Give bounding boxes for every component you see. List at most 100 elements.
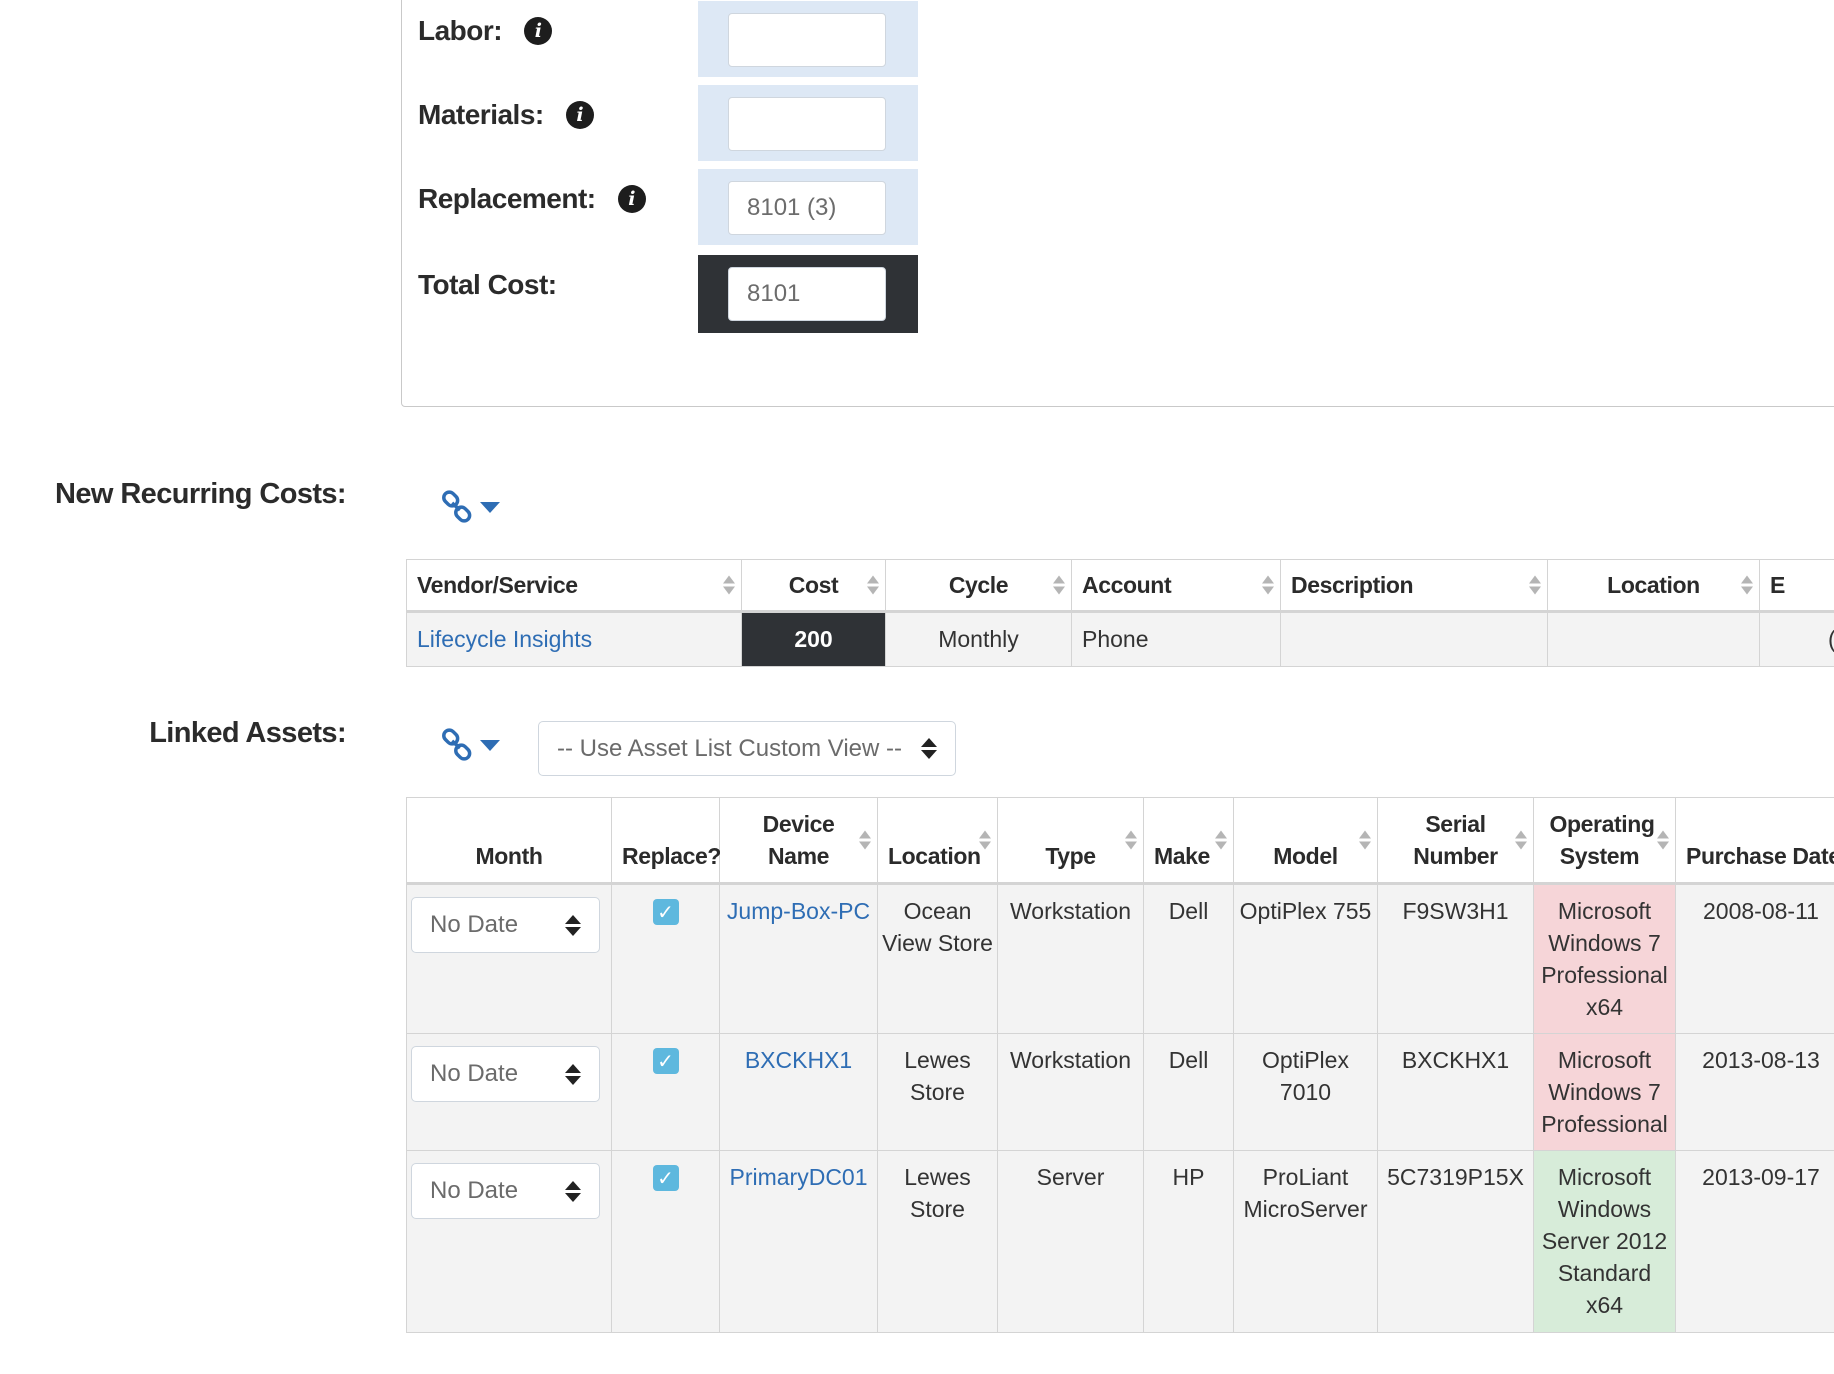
sort-icon (859, 830, 871, 850)
replace-cell: ✓ (611, 1033, 720, 1151)
model-cell: OptiPlex 7010 (1233, 1033, 1378, 1151)
column-header-account[interactable]: Account (1071, 559, 1281, 613)
os-cell: Microsoft Windows Server 2012 Standard x… (1533, 1150, 1676, 1333)
column-header-truncated[interactable]: E (1759, 559, 1834, 613)
replace-checkbox[interactable]: ✓ (652, 899, 679, 925)
month-select[interactable]: No Date (411, 1046, 600, 1102)
total-cost-value: 8101 (728, 267, 886, 321)
make-cell: Dell (1143, 1033, 1234, 1151)
column-header-purchase-date[interactable]: Purchase Date (1675, 797, 1834, 885)
labor-row: Labor: i (402, 1, 942, 79)
month-select-value: No Date (430, 911, 519, 938)
month-select-value: No Date (430, 1177, 519, 1204)
sort-icon (979, 830, 991, 850)
column-header-make[interactable]: Make (1143, 797, 1234, 885)
table-row: Lifecycle Insights 200 Monthly Phone ( (406, 611, 1834, 667)
select-arrows-icon (565, 1180, 581, 1202)
month-cell: No Date (406, 1150, 612, 1333)
cost-cell: 200 (741, 611, 886, 667)
materials-input[interactable] (728, 97, 886, 151)
link-icon (442, 490, 472, 523)
labor-cell (698, 1, 918, 77)
info-icon[interactable]: i (565, 101, 594, 129)
chevron-down-icon (480, 501, 500, 513)
description-cell (1280, 611, 1548, 667)
materials-row: Materials: i (402, 85, 942, 163)
location-cell: Ocean View Store (877, 883, 998, 1034)
device-cell: Jump-Box-PC (719, 883, 878, 1034)
select-arrows-icon (565, 914, 581, 936)
table-row: No Date ✓ BXCKHX1 Lewes Store Workstatio… (406, 1033, 1834, 1151)
replace-cell: ✓ (611, 1150, 720, 1333)
select-arrows-icon (565, 1063, 581, 1085)
column-header-description[interactable]: Description (1280, 559, 1548, 613)
column-header-type[interactable]: Type (997, 797, 1144, 885)
month-select[interactable]: No Date (411, 897, 600, 953)
labor-input[interactable] (728, 13, 886, 67)
linked-assets-link-dropdown[interactable] (440, 728, 500, 762)
linked-assets-table: Month Replace? Device Name Location Type… (406, 797, 1834, 1333)
device-link[interactable]: BXCKHX1 (745, 1047, 852, 1073)
info-icon[interactable]: i (617, 185, 646, 213)
cycle-cell: Monthly (885, 611, 1072, 667)
recurring-costs-label: New Recurring Costs: (55, 478, 347, 510)
column-header-location[interactable]: Location (1547, 559, 1760, 613)
type-cell: Workstation (997, 1033, 1144, 1151)
replace-cell: ✓ (611, 883, 720, 1034)
cost-panel: Labor: i Materials: i Replacement: i 810… (401, 0, 1834, 407)
device-link[interactable]: Jump-Box-PC (727, 898, 870, 924)
purchase-date-cell: 2013-09-17 (1675, 1150, 1834, 1333)
materials-cell (698, 85, 918, 161)
select-arrows-icon (921, 738, 937, 759)
column-header-replace[interactable]: Replace? (611, 797, 721, 885)
purchase-date-cell: 2013-08-13 (1675, 1033, 1834, 1151)
column-header-operating-system[interactable]: Operating System (1533, 797, 1676, 885)
device-cell: BXCKHX1 (719, 1033, 878, 1151)
total-cost-cell: 8101 (698, 255, 918, 333)
replace-checkbox[interactable]: ✓ (652, 1048, 679, 1074)
sort-icon (1125, 830, 1137, 850)
vendor-link[interactable]: Lifecycle Insights (417, 626, 592, 652)
column-header-model[interactable]: Model (1233, 797, 1378, 885)
column-header-cost[interactable]: Cost (741, 559, 886, 613)
sort-icon (1657, 830, 1669, 850)
vendor-cell: Lifecycle Insights (406, 611, 742, 667)
chevron-down-icon (480, 739, 500, 751)
replacement-row: Replacement: i 8101 (3) (402, 169, 942, 247)
info-icon[interactable]: i (524, 17, 553, 45)
device-link[interactable]: PrimaryDC01 (729, 1164, 867, 1190)
column-header-month[interactable]: Month (406, 797, 612, 885)
labor-label: Labor: (418, 15, 503, 46)
serial-cell: 5C7319P15X (1377, 1150, 1534, 1333)
type-cell: Workstation (997, 883, 1144, 1034)
replacement-cell: 8101 (3) (698, 169, 918, 245)
column-header-location[interactable]: Location (877, 797, 998, 885)
sort-icon (867, 575, 879, 595)
table-row: No Date ✓ PrimaryDC01 Lewes Store Server… (406, 1150, 1834, 1333)
truncated-cell: ( (1759, 611, 1834, 667)
make-cell: Dell (1143, 883, 1234, 1034)
linked-assets-label: Linked Assets: (149, 717, 346, 749)
column-header-cycle[interactable]: Cycle (885, 559, 1072, 613)
model-cell: OptiPlex 755 (1233, 883, 1378, 1034)
os-cell: Microsoft Windows 7 Professional x64 (1533, 883, 1676, 1034)
link-icon (442, 728, 472, 761)
sort-icon (723, 575, 735, 595)
sort-icon (1215, 830, 1227, 850)
column-header-serial-number[interactable]: Serial Number (1377, 797, 1534, 885)
sort-icon (1515, 830, 1527, 850)
serial-cell: F9SW3H1 (1377, 883, 1534, 1034)
purchase-date-cell: 2008-08-11 (1675, 883, 1834, 1034)
month-select[interactable]: No Date (411, 1163, 600, 1219)
column-header-device-name[interactable]: Device Name (719, 797, 878, 885)
column-header-vendor[interactable]: Vendor/Service (406, 559, 742, 613)
os-cell: Microsoft Windows 7 Professional (1533, 1033, 1676, 1151)
location-cell: Lewes Store (877, 1033, 998, 1151)
recurring-link-dropdown[interactable] (440, 490, 500, 524)
table-header-row: Vendor/Service Cost Cycle Account Descri… (406, 559, 1834, 613)
replace-checkbox[interactable]: ✓ (652, 1165, 679, 1191)
asset-view-select[interactable]: -- Use Asset List Custom View -- (538, 721, 956, 776)
table-header-row: Month Replace? Device Name Location Type… (406, 797, 1834, 885)
sort-icon (1741, 575, 1753, 595)
asset-view-select-value: -- Use Asset List Custom View -- (557, 734, 902, 762)
